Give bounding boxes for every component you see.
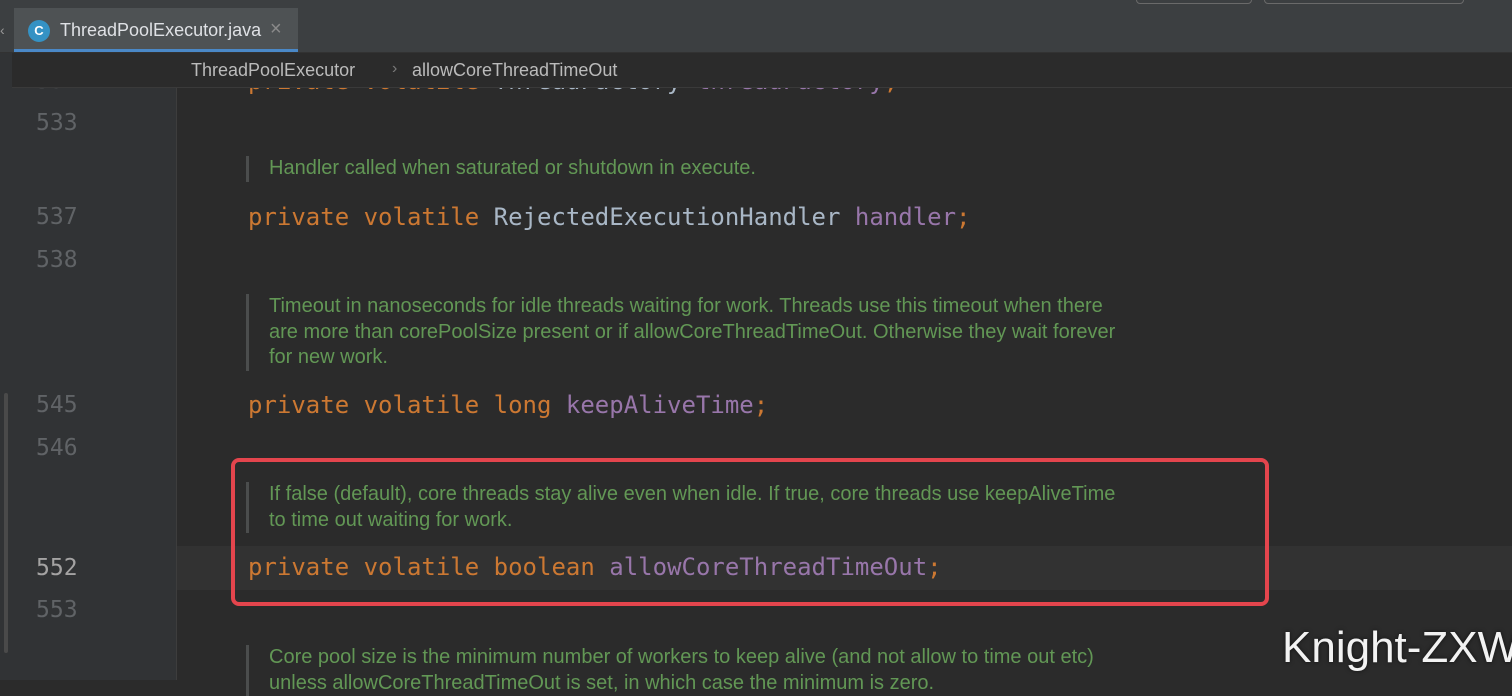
keyword: private [248, 391, 349, 419]
tab-threadpoolexecutor[interactable]: C ThreadPoolExecutor.java × [14, 8, 298, 52]
scrollbar-thumb[interactable] [4, 393, 8, 653]
line-number: 538 [36, 245, 96, 275]
annotation-highlight-box [231, 458, 1269, 606]
semicolon: ; [956, 203, 970, 231]
doc-comment-keepalive: Timeout in nanoseconds for idle threads … [246, 294, 1249, 371]
line-number: 553 [36, 595, 96, 625]
tab-title: ThreadPoolExecutor.java [60, 19, 261, 41]
line-number: 545 [36, 390, 96, 420]
type-name: RejectedExecutionHandler [494, 203, 841, 231]
breadcrumb-member[interactable]: allowCoreThreadTimeOut [412, 59, 617, 81]
tab-scroll-left-icon[interactable]: ‹ [0, 22, 10, 38]
keyword: volatile [364, 391, 480, 419]
doc-comment-corepool: Core pool size is the minimum number of … [246, 645, 1249, 696]
keyword: volatile [364, 203, 480, 231]
field-name: keepAliveTime [566, 391, 754, 419]
doc-line: Core pool size is the minimum number of … [269, 645, 1249, 671]
breadcrumb-separator: › [392, 58, 397, 80]
primitive-type: long [494, 391, 552, 419]
field-name: handler [855, 203, 956, 231]
code-line-545[interactable]: private volatile long keepAliveTime; [248, 389, 768, 421]
doc-comment-handler: Handler called when saturated or shutdow… [246, 156, 1249, 182]
tool-window-strip [0, 53, 12, 680]
line-number-gutter [12, 53, 176, 680]
watermark: Knight-ZXW [1282, 622, 1512, 674]
line-number: 537 [36, 202, 96, 232]
keyword: private [248, 203, 349, 231]
doc-line: Handler called when saturated or shutdow… [269, 156, 1249, 182]
line-number-current: 552 [36, 553, 96, 583]
breadcrumb-class[interactable]: ThreadPoolExecutor [191, 59, 355, 81]
close-icon[interactable]: × [270, 18, 282, 40]
doc-line: are more than corePoolSize present or if… [269, 320, 1249, 346]
editor-tab-bar: ‹ C ThreadPoolExecutor.java × [0, 0, 1512, 53]
toolbar-control[interactable] [1136, 0, 1252, 4]
line-number: 546 [36, 433, 96, 463]
doc-line: unless allowCoreThreadTimeOut is set, in… [269, 671, 1249, 696]
doc-line: for new work. [269, 345, 1249, 371]
line-number: 533 [36, 108, 96, 138]
doc-line: Timeout in nanoseconds for idle threads … [269, 294, 1249, 320]
semicolon: ; [754, 391, 768, 419]
java-class-icon: C [28, 20, 50, 42]
code-line-537[interactable]: private volatile RejectedExecutionHandle… [248, 201, 971, 233]
toolbar-control[interactable] [1264, 0, 1464, 4]
breadcrumb: ThreadPoolExecutor › allowCoreThreadTime… [12, 53, 1512, 88]
